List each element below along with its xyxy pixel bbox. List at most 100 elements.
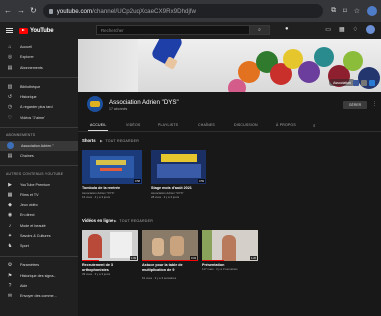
short-title[interactable]: Stage mois d'août 2021 <box>151 186 215 191</box>
tab-chaines[interactable]: CHAÎNES <box>198 123 215 127</box>
mode-et-beaute-icon: ♪ <box>8 222 12 229</box>
video-thumbnail[interactable]: 1:26 <box>202 230 258 261</box>
sidebar-item-label: Savoirs & Cultures <box>20 234 51 239</box>
subscription-label: Chaînes <box>20 154 34 159</box>
shorts-play-all[interactable]: ▶ TOUT REGARDER <box>100 139 139 143</box>
sidebar-item-label: Paramètres <box>20 263 40 268</box>
subscription-channels[interactable]: ▤ Chaînes <box>0 151 78 161</box>
short-thumbnail[interactable]: 0:59 <box>151 150 206 184</box>
search-button[interactable]: ⌕ <box>249 26 269 34</box>
short-title[interactable]: Tombola de la rentrée <box>82 186 146 191</box>
search-box[interactable]: Rechercher ⌕ <box>96 25 270 35</box>
videos-play-all[interactable]: ▶ TOUT REGARDER <box>114 219 153 223</box>
sidebar-item-aide[interactable]: ? Aide <box>0 281 78 291</box>
crayon-teal-decoration <box>314 47 334 67</box>
sidebar-divider <box>0 255 78 257</box>
sidebar-item-sport[interactable]: ♞ Sport <box>0 241 78 251</box>
forward-icon[interactable]: → <box>17 7 25 15</box>
website-icon[interactable] <box>369 80 375 86</box>
sidebar-item-films-et-tv[interactable]: ▦ Films et TV <box>0 190 78 200</box>
sidebar-item-label: À regarder plus tard <box>20 105 53 110</box>
sidebar-item-youtube-premium[interactable]: ▶ YouTube Premium <box>0 179 78 189</box>
thumbnail-figure <box>110 232 132 258</box>
search-input[interactable]: Rechercher <box>97 28 249 33</box>
channel-avatar <box>87 96 103 112</box>
video-title[interactable]: Astuce pour la table de multiplication d… <box>142 263 200 272</box>
subscription-association-adrien[interactable]: Association Adrien " <box>0 140 78 152</box>
tab-videos[interactable]: VIDÉOS <box>126 123 140 127</box>
apps-icon[interactable]: ▦ <box>339 26 345 33</box>
browser-nav: ← → ↻ <box>4 7 37 15</box>
bookmark-icon[interactable]: ⌑ <box>343 7 347 15</box>
banner-link-pill[interactable]: Association <box>329 79 355 86</box>
tab-discussion[interactable]: DISCUSSION <box>234 123 258 127</box>
video-title[interactable]: Recrutement de 3 orthophonistes <box>82 263 140 272</box>
sidebar-item-bibliotheque[interactable]: ▥ Bibliothèque <box>0 81 78 91</box>
short-meta: 28 vues · il y a 3 jours <box>151 195 180 199</box>
thumbnail-figure <box>100 168 122 171</box>
video-thumbnail[interactable]: 1:09 <box>82 230 138 261</box>
tab-playlists[interactable]: PLAYLISTS <box>158 123 178 127</box>
tab-accueil[interactable]: ACCUEIL <box>90 123 107 127</box>
create-video-icon[interactable]: ▭ <box>325 26 331 33</box>
sidebar-item-label: Aide <box>20 283 28 288</box>
thumbnail-figure <box>152 238 164 256</box>
address-bar[interactable]: youtube.com/channel/UCp2uqXcaeCX9Rx9Dhdj… <box>42 4 324 18</box>
thumbnail-figure <box>222 235 236 261</box>
sidebar-item-mode-et-beaute[interactable]: ♪ Mode et beauté <box>0 221 78 231</box>
banner-background <box>78 39 138 92</box>
tab-a-propos[interactable]: À PROPOS <box>276 123 296 127</box>
youtube-logo[interactable]: YouTube <box>19 27 54 34</box>
accueil-icon: ⌂ <box>8 44 12 51</box>
sidebar-item-historique-des-signa[interactable]: ⚑ Historique des signa... <box>0 270 78 280</box>
active-tab-indicator <box>88 130 108 131</box>
more-options-icon[interactable]: ⋮ <box>372 101 377 107</box>
sidebar-item-historique[interactable]: ↺ Historique <box>0 92 78 102</box>
short-meta: 16 vues · il y a 3 jours <box>82 195 111 199</box>
video-meta: 61 vues · il y a 3 semaines <box>142 276 177 280</box>
sidebar-item-label: Films et TV <box>20 192 39 197</box>
reload-icon[interactable]: ↻ <box>30 7 37 15</box>
explorer-icon: ◎ <box>7 54 13 61</box>
sidebar-item-savoirs-cultures[interactable]: ✦ Savoirs & Cultures <box>0 231 78 241</box>
sidebar-item-explorer[interactable]: ◎ Explorer <box>0 52 78 62</box>
youtube-wordmark: YouTube <box>30 27 54 34</box>
short-thumbnail[interactable]: 0:58 <box>82 150 142 184</box>
extensions-icon[interactable]: ⧉ <box>331 7 336 15</box>
videos-j-aime-icon: ♡ <box>7 114 13 121</box>
microphone-icon[interactable]: ● <box>285 26 289 32</box>
subscriber-count: 17 abonnés <box>109 106 128 111</box>
channel-content: Shorts ▶ TOUT REGARDER 0:58 Tombola de l… <box>78 132 381 316</box>
shorts-section-title: Shorts <box>82 138 96 143</box>
films-et-tv-icon: ▦ <box>7 191 13 198</box>
browser-profile-avatar[interactable] <box>367 6 377 16</box>
parametres-icon: ⚙ <box>7 262 13 269</box>
video-thumbnail[interactable]: 0:34 <box>142 230 198 261</box>
banner-social-links <box>353 80 375 86</box>
sidebar-item-a-regarder-plus-tard[interactable]: ◷ À regarder plus tard <box>0 102 78 112</box>
account-avatar[interactable] <box>366 25 375 34</box>
back-icon[interactable]: ← <box>4 7 12 15</box>
menu-icon[interactable] <box>6 28 13 33</box>
sidebar: ⌂ Accueil ◎ Explorer ▤ Abonnements ▥ Bibliothè… <box>0 39 78 316</box>
sidebar-item-en-direct[interactable]: ◉ En direct <box>0 210 78 220</box>
aide-icon: ? <box>8 282 12 289</box>
sidebar-item-videos-j-aime[interactable]: ♡ Vidéos "J'aime" <box>0 112 78 122</box>
star-icon[interactable]: ☆ <box>354 7 360 15</box>
facebook-icon[interactable] <box>353 80 359 86</box>
sidebar-item-envoyer-des-comme[interactable]: ✉ Envoyer des comme... <box>0 291 78 301</box>
videos-section-title: Vidéos en ligne <box>82 218 114 223</box>
video-duration: 1:26 <box>249 256 257 260</box>
sidebar-divider <box>0 76 78 78</box>
historique-icon: ↺ <box>7 93 13 100</box>
sidebar-item-accueil[interactable]: ⌂ Accueil <box>0 42 78 52</box>
notifications-icon[interactable]: ♢ <box>353 26 358 33</box>
sidebar-item-parametres[interactable]: ⚙ Paramètres <box>0 260 78 270</box>
crayon-lime-decoration <box>343 51 363 71</box>
browser-toolbar: ← → ↻ youtube.com/channel/UCp2uqXcaeCX9R… <box>0 0 381 22</box>
sidebar-item-abonnements[interactable]: ▤ Abonnements <box>0 63 78 73</box>
channel-search-icon[interactable]: ⌕ <box>313 123 316 128</box>
sidebar-item-jeux-video[interactable]: ◆ Jeux vidéo <box>0 200 78 210</box>
manage-videos-button[interactable]: GÉRER <box>343 101 367 109</box>
link-icon[interactable] <box>361 80 367 86</box>
